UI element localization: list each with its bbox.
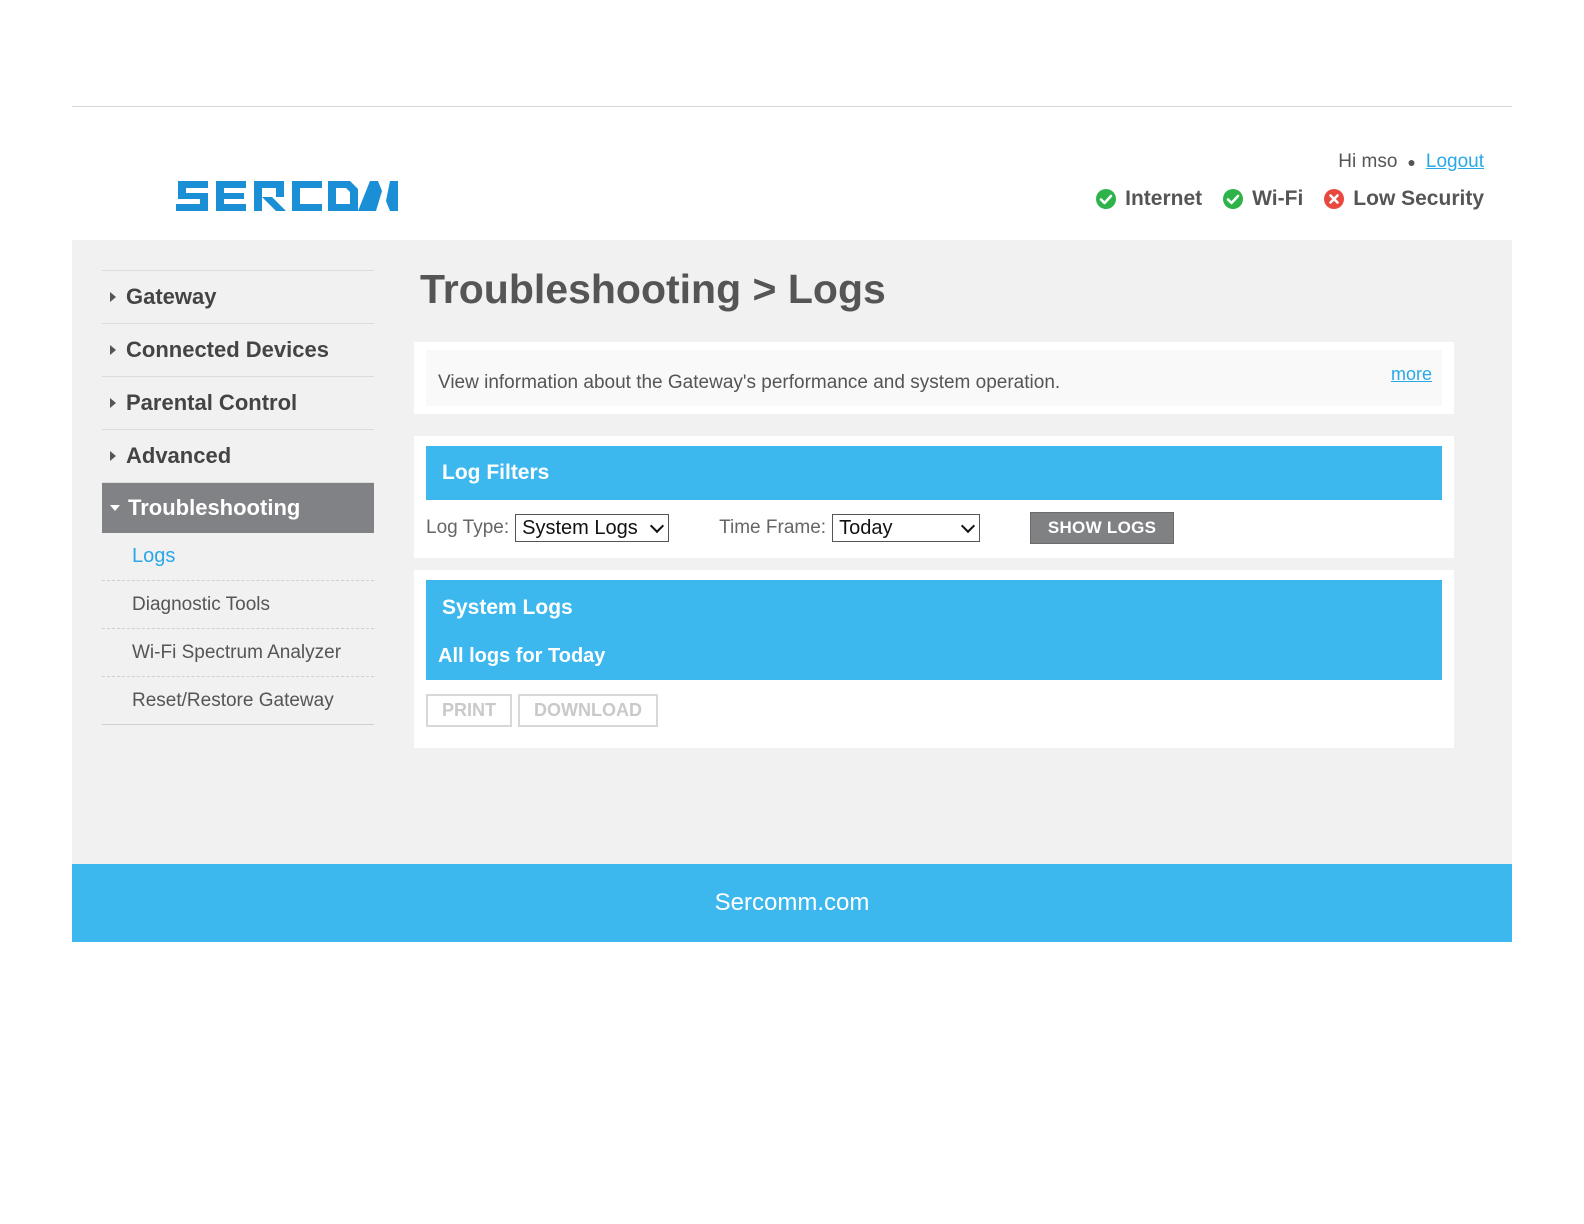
- info-text: View information about the Gateway's per…: [438, 372, 1061, 393]
- check-circle-icon: [1096, 189, 1117, 209]
- system-logs-subtitle: All logs for Today: [438, 645, 606, 667]
- status-wifi: Wi-Fi: [1222, 187, 1303, 211]
- log-type-label: Log Type:: [426, 517, 510, 538]
- sidebar-item-label: Gateway: [126, 284, 217, 309]
- error-circle-icon: [1324, 189, 1345, 209]
- status-internet-label: Internet: [1125, 187, 1203, 210]
- chevron-down-icon: [650, 518, 665, 533]
- sidebar-item-gateway[interactable]: Gateway: [102, 270, 374, 323]
- sidebar-item-troubleshooting[interactable]: Troubleshooting: [102, 482, 374, 533]
- page-header: Hi mso ● Logout Internet Wi-Fi Low Secur…: [72, 107, 1512, 240]
- sidebar-item-label: Advanced: [126, 443, 232, 468]
- status-security: Low Security: [1323, 187, 1484, 211]
- logout-link[interactable]: Logout: [1426, 151, 1484, 173]
- caret-right-icon: [110, 345, 116, 355]
- filter-row: Log Type: System Logs Time Frame: Today …: [426, 512, 1175, 544]
- info-box-inner: View information about the Gateway's per…: [426, 350, 1442, 406]
- sidebar-item-connected-devices[interactable]: Connected Devices: [102, 323, 374, 376]
- caret-right-icon: [110, 451, 116, 461]
- separator-dot: ●: [1407, 154, 1416, 170]
- system-logs-header: System Logs All logs for Today: [426, 580, 1442, 680]
- sidebar-subitem-reset-restore-gateway[interactable]: Reset/Restore Gateway: [102, 677, 374, 725]
- caret-right-icon: [110, 292, 116, 302]
- chevron-down-icon: [961, 518, 976, 533]
- more-link[interactable]: more: [1391, 364, 1432, 385]
- sidebar-item-label: Connected Devices: [126, 337, 329, 362]
- sidebar-item-label: Troubleshooting: [128, 495, 301, 520]
- caret-down-icon: [110, 505, 120, 511]
- check-circle-icon: [1223, 189, 1244, 209]
- print-button[interactable]: PRINT: [426, 694, 512, 727]
- sidebar-nav: Gateway Connected Devices Parental Contr…: [102, 270, 374, 725]
- user-greeting-line: Hi mso ● Logout: [1338, 151, 1484, 173]
- info-box: View information about the Gateway's per…: [414, 342, 1454, 414]
- sidebar-subitem-logs[interactable]: Logs: [102, 533, 374, 581]
- page-title: Troubleshooting > Logs: [420, 266, 886, 312]
- system-logs-panel: System Logs All logs for Today PRINT DOW…: [414, 570, 1454, 748]
- status-security-label: Low Security: [1353, 187, 1484, 210]
- footer-link[interactable]: Sercomm.com: [715, 889, 870, 917]
- log-type-value: System Logs: [522, 516, 638, 539]
- log-type-select[interactable]: System Logs: [515, 514, 670, 542]
- caret-right-icon: [110, 398, 116, 408]
- time-frame-label: Time Frame:: [719, 517, 827, 538]
- time-frame-select[interactable]: Today: [832, 514, 981, 542]
- system-logs-title: System Logs: [442, 596, 573, 619]
- sidebar-item-label: Parental Control: [126, 390, 298, 415]
- sercomm-logo[interactable]: [174, 179, 398, 218]
- log-actions: PRINT DOWNLOAD: [426, 694, 664, 727]
- status-internet: Internet: [1095, 187, 1202, 211]
- sidebar-item-parental-control[interactable]: Parental Control: [102, 376, 374, 429]
- time-frame-value: Today: [839, 516, 893, 539]
- sidebar-subitem-diagnostic-tools[interactable]: Diagnostic Tools: [102, 581, 374, 629]
- log-filters-panel: Log Filters Log Type: System Logs Time F…: [414, 436, 1454, 558]
- sidebar-item-advanced[interactable]: Advanced: [102, 429, 374, 482]
- sidebar-subitem-wifi-spectrum-analyzer[interactable]: Wi-Fi Spectrum Analyzer: [102, 629, 374, 677]
- log-filters-header: Log Filters: [426, 446, 1442, 500]
- log-filters-title: Log Filters: [442, 461, 550, 484]
- sercomm-logo-graphic: [176, 181, 398, 211]
- page-footer: Sercomm.com: [72, 864, 1512, 942]
- status-indicators: Internet Wi-Fi Low Security: [1075, 187, 1484, 211]
- main-area: Gateway Connected Devices Parental Contr…: [72, 240, 1512, 874]
- download-button[interactable]: DOWNLOAD: [518, 694, 658, 727]
- status-wifi-label: Wi-Fi: [1252, 187, 1304, 210]
- show-logs-button[interactable]: SHOW LOGS: [1030, 512, 1175, 544]
- greeting-text: Hi mso: [1338, 151, 1398, 172]
